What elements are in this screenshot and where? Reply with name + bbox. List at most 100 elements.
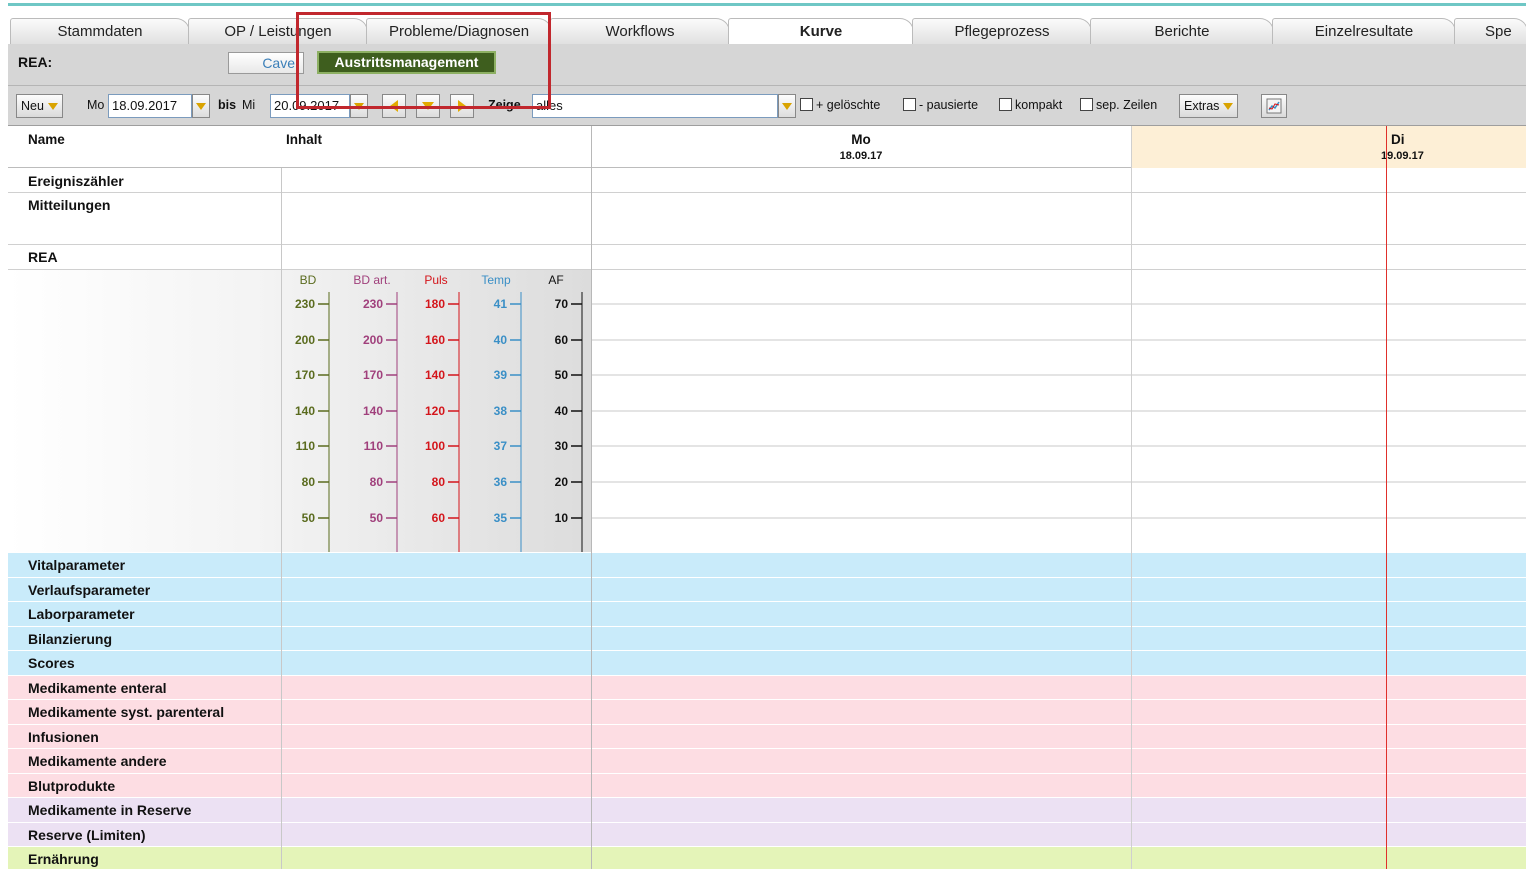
tab-workflows[interactable]: Workflows <box>550 18 730 46</box>
section-row[interactable]: Medikamente enteral <box>8 675 1526 700</box>
section-row[interactable]: Bilanzierung <box>8 626 1526 651</box>
section-label: Vitalparameter <box>28 557 126 573</box>
section-row[interactable]: Blutprodukte <box>8 773 1526 798</box>
toolbar: Neu Mo 18.09.2017 bis Mi 20.09.2017 Zeig… <box>8 86 1526 126</box>
section-row[interactable]: Medikamente in Reserve <box>8 798 1526 823</box>
previous-button[interactable] <box>382 94 406 118</box>
chevron-down-icon <box>354 102 364 110</box>
scale-tick-label: 160 <box>425 333 445 347</box>
zeige-select[interactable]: alles <box>532 94 778 118</box>
checkbox-icon[interactable] <box>800 98 813 111</box>
scale-header-label: AF <box>548 273 563 287</box>
scale-tick-label: 50 <box>302 511 316 525</box>
scale-tick-label: 60 <box>432 511 446 525</box>
section-row[interactable]: Medikamente andere <box>8 749 1526 774</box>
checkbox-kompakt[interactable]: kompakt <box>999 94 1062 118</box>
tab-op-leistungen[interactable]: OP / Leistungen <box>188 18 368 46</box>
scale-tick-label: 41 <box>494 297 508 311</box>
scale-tick-label: 170 <box>295 368 315 382</box>
scale-tick-label: 200 <box>295 333 315 347</box>
rea-label: REA: <box>18 54 53 70</box>
section-row[interactable]: Reserve (Limiten) <box>8 822 1526 847</box>
checkbox-label: - pausierte <box>919 98 979 112</box>
extras-button[interactable]: Extras <box>1179 94 1239 118</box>
chart-view-button[interactable] <box>1261 94 1287 118</box>
scale-tick-label: 80 <box>370 475 384 489</box>
row-ereigniszaehler[interactable]: Ereigniszähler <box>28 173 124 189</box>
column-divider <box>1131 126 1132 869</box>
tab-pflegeprozess[interactable]: Pflegeprozess <box>912 18 1092 46</box>
to-date-input[interactable]: 20.09.2017 <box>270 94 350 118</box>
scale-tick-label: 10 <box>555 511 569 525</box>
section-label: Medikamente in Reserve <box>28 802 192 818</box>
section-label: Medikamente syst. parenteral <box>28 704 225 720</box>
day-header-di[interactable]: Di 19.09.17 <box>1131 126 1526 168</box>
zeige-label: Zeige <box>488 98 521 112</box>
column-header: Name Inhalt Mo 18.09.17 Di 19.09.17 <box>8 126 1526 168</box>
row-mitteilungen[interactable]: Mitteilungen <box>28 197 110 213</box>
scale-tick-label: 40 <box>494 333 508 347</box>
next-button[interactable] <box>450 94 474 118</box>
from-date-input[interactable]: 18.09.2017 <box>108 94 192 118</box>
row-rea[interactable]: REA <box>28 249 58 265</box>
checkbox-icon[interactable] <box>999 98 1012 111</box>
tab-bar: Stammdaten OP / Leistungen Probleme/Diag… <box>8 3 1526 47</box>
scale-tick-label: 20 <box>555 475 569 489</box>
scale-tick-label: 140 <box>295 404 315 418</box>
checkbox-icon[interactable] <box>1080 98 1093 111</box>
neu-button[interactable]: Neu <box>16 94 63 118</box>
from-day-label: Mo <box>87 98 105 112</box>
scale-tick-label: 50 <box>370 511 384 525</box>
checkbox-icon[interactable] <box>903 98 916 111</box>
bis-label: bis <box>218 98 237 112</box>
zeige-dropdown[interactable] <box>778 94 796 118</box>
inhalt-column-header: Inhalt <box>286 132 322 147</box>
chevron-down-icon <box>47 102 58 110</box>
chart-icon <box>1266 98 1282 114</box>
chevron-down-icon <box>782 102 792 110</box>
scale-tick-label: 37 <box>494 439 508 453</box>
austrittsmanagement-button[interactable]: Austrittsmanagement <box>317 51 496 74</box>
section-label: Medikamente enteral <box>28 679 167 696</box>
section-row[interactable]: Scores <box>8 651 1526 676</box>
column-divider <box>281 168 282 869</box>
day-name: Di <box>1391 132 1405 147</box>
section-row[interactable]: Laborparameter <box>8 602 1526 627</box>
scale-tick-label: 110 <box>296 439 316 453</box>
scale-tick-label: 39 <box>494 368 508 382</box>
to-date-picker[interactable] <box>350 94 368 118</box>
scale-tick-label: 110 <box>364 439 384 453</box>
day-header-mo[interactable]: Mo 18.09.17 <box>591 126 1131 168</box>
cave-button[interactable]: Cave <box>228 52 304 74</box>
section-row[interactable]: Infusionen <box>8 724 1526 749</box>
checkbox-pausierte[interactable]: - pausierte <box>903 94 978 118</box>
checkbox-geloeschte[interactable]: + gelöschte <box>800 94 880 118</box>
from-date-picker[interactable] <box>192 94 210 118</box>
extras-label: Extras <box>1184 99 1220 113</box>
chevron-down-icon <box>196 102 206 110</box>
today-button[interactable] <box>416 94 440 118</box>
scale-tick-label: 170 <box>363 368 383 382</box>
checkbox-sep-zeilen[interactable]: sep. Zeilen <box>1080 94 1157 118</box>
section-row[interactable]: Medikamente syst. parenteral <box>8 700 1526 725</box>
section-label: Bilanzierung <box>28 630 113 647</box>
column-divider <box>591 126 592 869</box>
neu-label: Neu <box>21 99 44 113</box>
tab-spe[interactable]: Spe <box>1454 18 1526 46</box>
scale-header-label: BD <box>300 273 317 287</box>
row-divider <box>8 244 1526 245</box>
scale-tick-label: 100 <box>425 439 445 453</box>
checkbox-label: kompakt <box>1015 98 1063 112</box>
scale-header-label: Puls <box>424 273 447 287</box>
section-row[interactable]: Verlaufsparameter <box>8 577 1526 602</box>
section-row[interactable]: Ernährung <box>8 847 1526 869</box>
tab-berichte[interactable]: Berichte <box>1090 18 1274 46</box>
to-day-label: Mi <box>242 98 256 112</box>
tab-probleme-diagnosen[interactable]: Probleme/Diagnosen <box>366 18 552 46</box>
scale-tick-label: 35 <box>494 511 508 525</box>
section-row[interactable]: Vitalparameter <box>8 553 1526 578</box>
section-label: Medikamente andere <box>28 753 167 769</box>
tab-einzelresultate[interactable]: Einzelresultate <box>1272 18 1456 46</box>
tab-kurve[interactable]: Kurve <box>728 18 914 47</box>
tab-stammdaten[interactable]: Stammdaten <box>10 18 190 46</box>
